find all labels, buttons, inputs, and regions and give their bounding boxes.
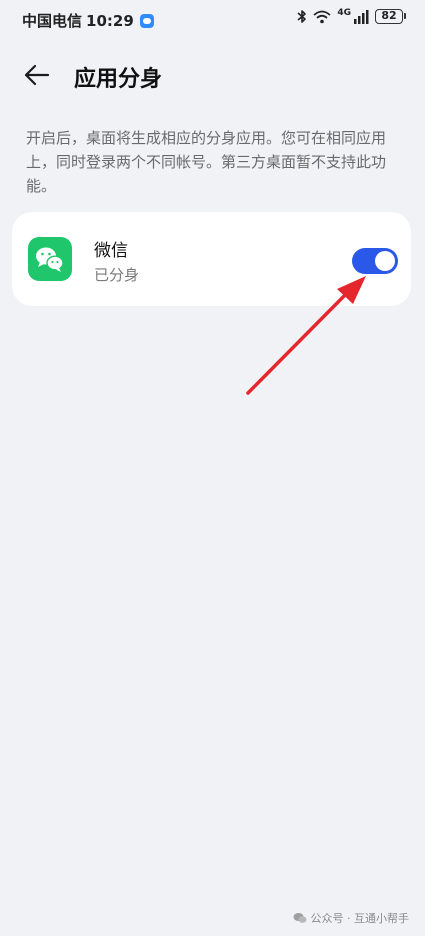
status-time: 10:29 [86, 11, 134, 30]
network-type-label: 4G [337, 7, 351, 18]
feature-description: 开启后，桌面将生成相应的分身应用。您可在相同应用上，同时登录两个不同帐号。第三方… [26, 129, 387, 195]
app-clone-toggle[interactable] [352, 248, 398, 274]
wifi-icon [313, 10, 331, 23]
back-button[interactable] [20, 58, 54, 92]
app-list-card: 微信 已分身 [12, 212, 411, 306]
status-bar: 中国电信 10:29 4G 82 [0, 0, 425, 40]
battery-icon: 82 [375, 9, 406, 24]
page-title: 应用分身 [74, 67, 163, 92]
back-arrow-icon [24, 64, 50, 86]
watermark: 公众号 · 互通小帮手 [293, 910, 410, 926]
watermark-text: 公众号 · 互通小帮手 [310, 912, 410, 925]
status-left: 中国电信 10:29 [22, 10, 154, 31]
status-right: 4G 82 [297, 7, 406, 24]
wechat-official-account-icon [293, 913, 306, 923]
wechat-glyph [36, 247, 64, 272]
bluetooth-icon [297, 10, 307, 23]
signal-icon [354, 9, 369, 24]
page-header: 应用分身 [0, 56, 425, 96]
wechat-icon [28, 237, 72, 281]
app-status-label: 已分身 [94, 266, 140, 284]
carrier-name: 中国电信 [22, 12, 83, 30]
toggle-knob [375, 251, 395, 271]
app-name-label: 微信 [94, 241, 128, 261]
cloud-notification-icon [139, 13, 154, 28]
